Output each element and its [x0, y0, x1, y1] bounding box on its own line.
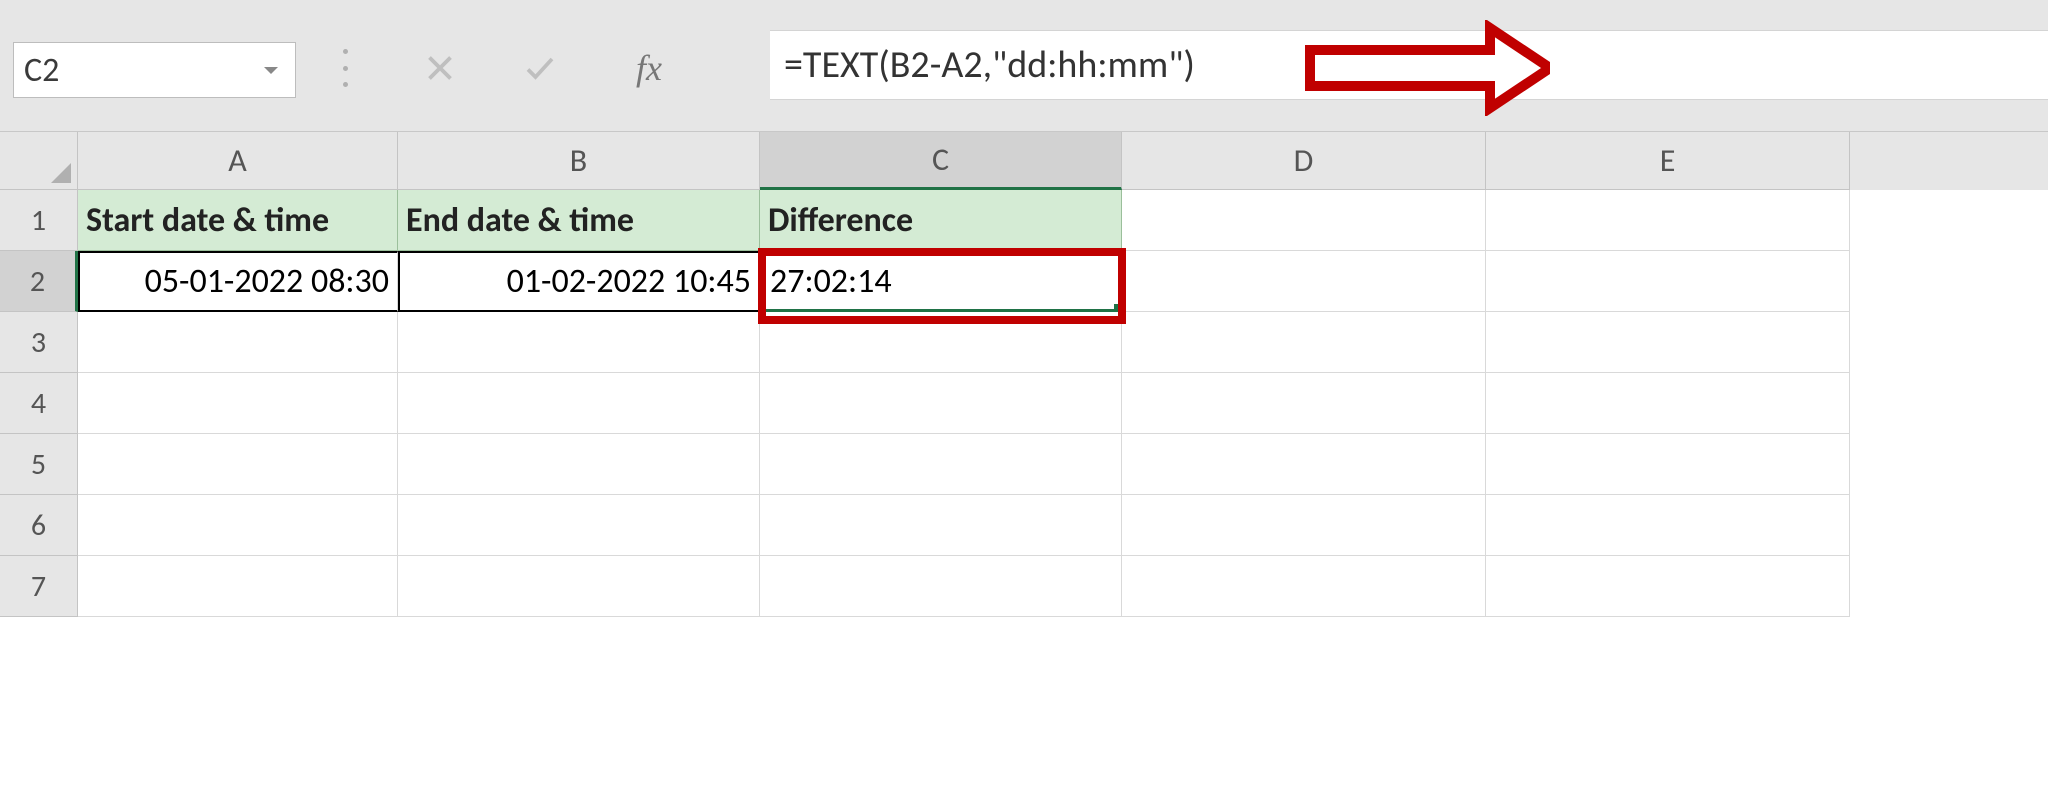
- cell-C7[interactable]: [760, 556, 1122, 617]
- row-7: 7: [0, 556, 2048, 617]
- cell-B1-text: End date & time: [406, 200, 634, 241]
- col-header-A[interactable]: A: [78, 132, 398, 190]
- cell-B2-text: 01-02-2022 10:45: [507, 261, 751, 302]
- name-box-dropdown-icon[interactable]: [247, 43, 295, 97]
- cell-B2[interactable]: 01-02-2022 10:45: [398, 251, 760, 312]
- cell-C4[interactable]: [760, 373, 1122, 434]
- cell-E6[interactable]: [1486, 495, 1850, 556]
- formula-bar-grip[interactable]: [330, 38, 360, 98]
- cell-E2[interactable]: [1486, 251, 1850, 312]
- cell-D3[interactable]: [1122, 312, 1486, 373]
- cell-E7[interactable]: [1486, 556, 1850, 617]
- column-headers: A B C D E: [0, 132, 2048, 190]
- cell-E1[interactable]: [1486, 190, 1850, 251]
- formula-bar: C2 fx =TEXT(B2-A2,"dd:hh:mm"): [0, 0, 2048, 132]
- name-box-value: C2: [24, 50, 59, 91]
- row-1: 1 Start date & time End date & time Diff…: [0, 190, 2048, 251]
- cell-D6[interactable]: [1122, 495, 1486, 556]
- cell-B5[interactable]: [398, 434, 760, 495]
- cell-B4[interactable]: [398, 373, 760, 434]
- cell-A5[interactable]: [78, 434, 398, 495]
- cell-A2[interactable]: 05-01-2022 08:30: [78, 251, 398, 312]
- row-header-2[interactable]: 2: [0, 251, 78, 312]
- cell-C6[interactable]: [760, 495, 1122, 556]
- cell-D7[interactable]: [1122, 556, 1486, 617]
- worksheet: A B C D E 1 Start date & time End date &…: [0, 132, 2048, 805]
- cell-B3[interactable]: [398, 312, 760, 373]
- cell-C3[interactable]: [760, 312, 1122, 373]
- col-header-C[interactable]: C: [760, 132, 1122, 190]
- cancel-button: [405, 40, 475, 96]
- enter-button: [505, 40, 575, 96]
- row-2: 2 05-01-2022 08:30 01-02-2022 10:45 27:0…: [0, 251, 2048, 312]
- cell-A1-text: Start date & time: [86, 200, 329, 241]
- row-6: 6: [0, 495, 2048, 556]
- cell-A3[interactable]: [78, 312, 398, 373]
- cell-A7[interactable]: [78, 556, 398, 617]
- row-header-7[interactable]: 7: [0, 556, 78, 617]
- formula-text: =TEXT(B2-A2,"dd:hh:mm"): [784, 42, 1195, 88]
- col-header-D[interactable]: D: [1122, 132, 1486, 190]
- row-header-5[interactable]: 5: [0, 434, 78, 495]
- select-all-corner[interactable]: [0, 132, 78, 190]
- cell-E3[interactable]: [1486, 312, 1850, 373]
- col-header-E[interactable]: E: [1486, 132, 1850, 190]
- col-header-B[interactable]: B: [398, 132, 760, 190]
- cell-D1[interactable]: [1122, 190, 1486, 251]
- row-header-3[interactable]: 3: [0, 312, 78, 373]
- cell-D2[interactable]: [1122, 251, 1486, 312]
- cell-C5[interactable]: [760, 434, 1122, 495]
- cell-E5[interactable]: [1486, 434, 1850, 495]
- name-box[interactable]: C2: [13, 42, 296, 98]
- row-5: 5: [0, 434, 2048, 495]
- cell-A6[interactable]: [78, 495, 398, 556]
- row-header-6[interactable]: 6: [0, 495, 78, 556]
- fx-label: fx: [636, 47, 662, 89]
- cell-D5[interactable]: [1122, 434, 1486, 495]
- row-3: 3: [0, 312, 2048, 373]
- cell-A2-text: 05-01-2022 08:30: [145, 261, 389, 302]
- cell-E4[interactable]: [1486, 373, 1850, 434]
- cell-B1[interactable]: End date & time: [398, 190, 760, 251]
- cell-C2-text: 27:02:14: [770, 261, 892, 302]
- row-header-1[interactable]: 1: [0, 190, 78, 251]
- formula-input[interactable]: =TEXT(B2-A2,"dd:hh:mm"): [770, 30, 2048, 100]
- cell-B6[interactable]: [398, 495, 760, 556]
- cell-C2[interactable]: 27:02:14: [760, 251, 1122, 312]
- cell-D4[interactable]: [1122, 373, 1486, 434]
- cell-B7[interactable]: [398, 556, 760, 617]
- cell-C1[interactable]: Difference: [760, 190, 1122, 251]
- row-4: 4: [0, 373, 2048, 434]
- row-header-4[interactable]: 4: [0, 373, 78, 434]
- cell-C1-text: Difference: [768, 200, 913, 241]
- insert-function-button[interactable]: fx: [614, 40, 684, 96]
- cell-A1[interactable]: Start date & time: [78, 190, 398, 251]
- cell-A4[interactable]: [78, 373, 398, 434]
